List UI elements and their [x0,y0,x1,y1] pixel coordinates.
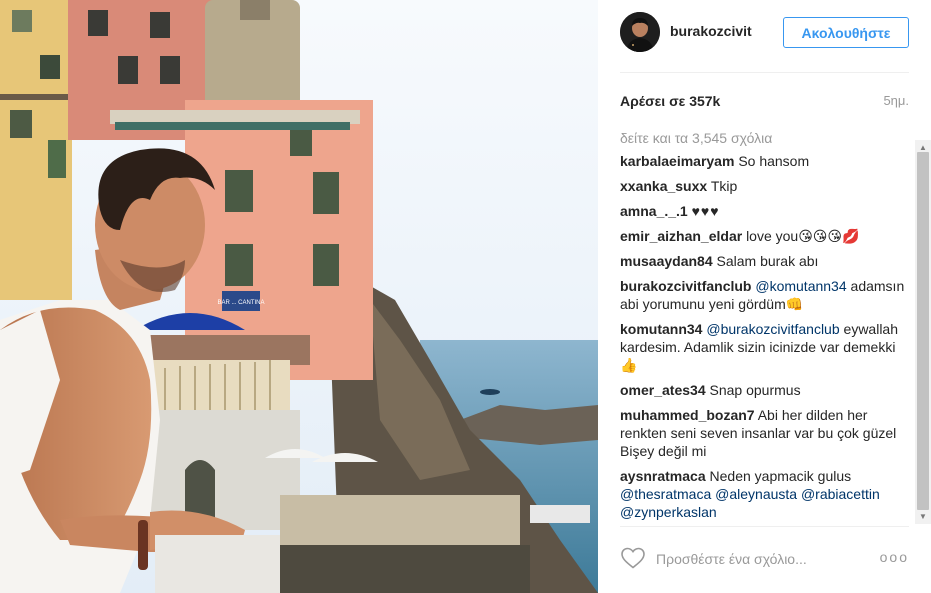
comment-user[interactable]: xxanka_suxx [620,178,707,194]
comment-item: amna_._.1 ♥♥♥ [620,202,909,220]
photo-scene: BAR ... CANTINA [0,0,598,593]
comment-item: aysnratmaca Neden yapmacik gulus @thesra… [620,467,909,521]
comment-mention[interactable]: @burakozcivitfanclub [706,321,839,337]
comment-user[interactable]: burakozcivitfanclub [620,278,751,294]
post-panel: burakozcivit Ακολουθήστε Αρέσει σε 357k … [598,0,931,593]
comment-mention[interactable]: @thesratmaca @aleynausta @rabiacettin @z… [620,486,880,520]
more-options-icon[interactable]: ooo [880,549,909,565]
comment-text: Tkip [710,178,738,194]
comment-item: muhammed_bozan7 Abi her dilden her renkt… [620,406,909,460]
bar-sign-text: BAR ... CANTINA [217,300,264,306]
comment-user[interactable]: aysnratmaca [620,468,706,484]
comment-user[interactable]: muhammed_bozan7 [620,407,755,423]
heart-icon[interactable] [620,546,646,570]
comment-bar: ooo [620,540,909,580]
comment-text: Salam burak abı [716,253,819,269]
post-header: burakozcivit Ακολουθήστε [620,12,910,52]
comment-item: xxanka_suxx Tkip [620,177,909,195]
comment-user[interactable]: emir_aizhan_eldar [620,228,742,244]
comment-item: karbalaeimaryam So hansom [620,152,909,170]
view-all-comments-link[interactable]: δείτε και τα 3,545 σχόλια [620,128,909,148]
likes-count[interactable]: Αρέσει σε 357k [620,93,720,109]
comment-input[interactable] [656,548,856,570]
comment-item: omer_ates34 Snap opurmus [620,381,909,399]
post-time[interactable]: 5ημ. [883,93,909,108]
avatar[interactable] [620,12,660,52]
scroll-down-icon[interactable]: ▼ [919,512,927,521]
comment-item: burakozcivitfanclub @komutann34 adamsın … [620,277,909,313]
comment-item: komutann34 @burakozcivitfanclub eywallah… [620,320,909,374]
username[interactable]: burakozcivit [670,23,752,39]
likes-row: Αρέσει σε 357k 5ημ. [620,93,909,111]
scroll-up-icon[interactable]: ▲ [919,143,927,152]
comment-item: musaaydan84 Salam burak abı [620,252,909,270]
comment-user[interactable]: karbalaeimaryam [620,153,734,169]
comment-user[interactable]: komutann34 [620,321,702,337]
comment-item: emir_aizhan_eldar love you😘😘😘💋 [620,227,909,245]
divider [620,72,909,73]
avatar-image [620,12,660,52]
comment-text: So hansom [738,153,810,169]
comment-user[interactable]: omer_ates34 [620,382,706,398]
comment-text: love you😘😘😘💋 [746,228,860,244]
comment-text: Neden yapmacik gulus [709,468,852,484]
comment-text: ♥♥♥ [691,203,720,219]
scrollbar-thumb[interactable] [917,152,929,510]
post-photo[interactable]: BAR ... CANTINA [0,0,598,593]
divider [620,526,909,527]
comment-user[interactable]: musaaydan84 [620,253,713,269]
comment-mention[interactable]: @komutann34 [755,278,846,294]
follow-button[interactable]: Ακολουθήστε [783,17,909,48]
comment-user[interactable]: amna_._.1 [620,203,688,219]
comment-text: Snap opurmus [709,382,801,398]
comments-list: δείτε και τα 3,545 σχόλια karbalaeimarya… [620,128,909,521]
